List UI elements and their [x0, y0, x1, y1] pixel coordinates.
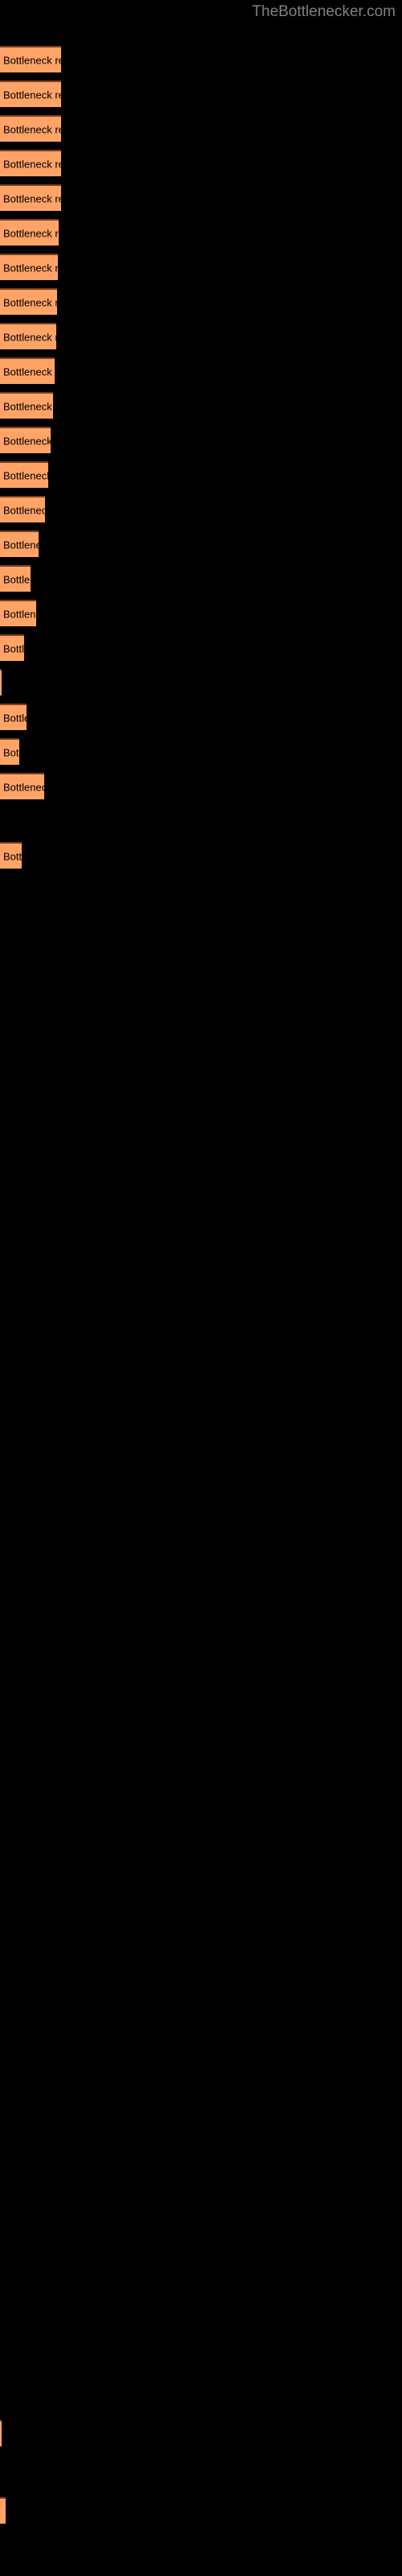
- bar-label: Bottleneck result: [3, 54, 61, 66]
- bottleneck-result-bar[interactable]: Bottleneck result: [0, 46, 61, 72]
- bar-label: Bottleneck result: [3, 158, 61, 170]
- bottleneck-result-bar[interactable]: Bottleneck result: [0, 115, 61, 142]
- bottleneck-result-bar[interactable]: Bottleneck result: [0, 80, 61, 107]
- bar-label: Bottleneck result: [3, 746, 19, 758]
- bottleneck-result-bar[interactable]: Bottleneck result: [0, 392, 53, 419]
- bar-label: Bottleneck result: [3, 504, 45, 516]
- bottleneck-result-bar[interactable]: Bottleneck result: [0, 773, 44, 799]
- bar-label: Bottleneck result: [3, 400, 53, 412]
- bottleneck-result-bar[interactable]: Bottleneck result: [0, 288, 57, 315]
- bottleneck-result-bar[interactable]: [0, 2497, 6, 2524]
- bar-label: Bottleneck result: [3, 435, 51, 447]
- bottleneck-result-bar[interactable]: Bottleneck result: [0, 565, 31, 592]
- bottleneck-result-bar[interactable]: Bottleneck result: [0, 219, 59, 246]
- bar-label: Bottleneck result: [3, 781, 44, 793]
- bar-label: Bottleneck result: [3, 331, 56, 343]
- bottleneck-result-bar[interactable]: Bottleneck result: [0, 738, 19, 765]
- bottleneck-result-bar[interactable]: Bottleneck result: [0, 254, 58, 280]
- bar-label: Bottleneck result: [3, 89, 61, 101]
- bottleneck-result-bar[interactable]: Bottleneck result: [0, 427, 51, 453]
- bar-label: Bottleneck result: [3, 365, 55, 378]
- bottleneck-result-bar[interactable]: Bottleneck result: [0, 600, 36, 626]
- bar-label: Bottleneck result: [3, 227, 59, 239]
- bottleneck-result-bar[interactable]: [0, 2420, 2, 2446]
- bottleneck-result-bar[interactable]: Bottleneck result: [0, 323, 56, 349]
- bottleneck-result-bar[interactable]: Bottleneck result: [0, 496, 45, 522]
- bottleneck-result-bar[interactable]: [0, 669, 2, 696]
- bar-label: Bottleneck result: [3, 573, 31, 585]
- bar-label: Bottleneck result: [3, 712, 27, 724]
- bottleneck-result-bar[interactable]: Bottleneck result: [0, 704, 27, 730]
- bar-label: Bottleneck result: [3, 469, 48, 481]
- bottleneck-result-bar[interactable]: Bottleneck result: [0, 530, 39, 557]
- bottleneck-result-bar[interactable]: Bottleneck result: [0, 461, 48, 488]
- bar-label: Bottleneck result: [3, 642, 24, 654]
- bottleneck-result-bar[interactable]: Bottleneck result: [0, 634, 24, 661]
- bottleneck-result-bar[interactable]: Bottleneck result: [0, 842, 22, 869]
- bottleneck-result-bar[interactable]: Bottleneck result: [0, 184, 61, 211]
- bar-label: Bottleneck result: [3, 296, 57, 308]
- bar-label: Bottleneck result: [3, 850, 22, 862]
- bar-label: Bottleneck result: [3, 608, 36, 620]
- bottleneck-result-bar[interactable]: Bottleneck result: [0, 150, 61, 176]
- bar-label: Bottleneck result: [3, 262, 58, 274]
- bottleneck-result-bar[interactable]: Bottleneck result: [0, 357, 55, 384]
- bar-label: Bottleneck result: [3, 123, 61, 135]
- bottleneck-bar-chart: Bottleneck result Bottleneck result Bottle…: [0, 0, 402, 2576]
- bar-label: Bottleneck result: [3, 539, 39, 551]
- bar-label: Bottleneck result: [3, 192, 61, 204]
